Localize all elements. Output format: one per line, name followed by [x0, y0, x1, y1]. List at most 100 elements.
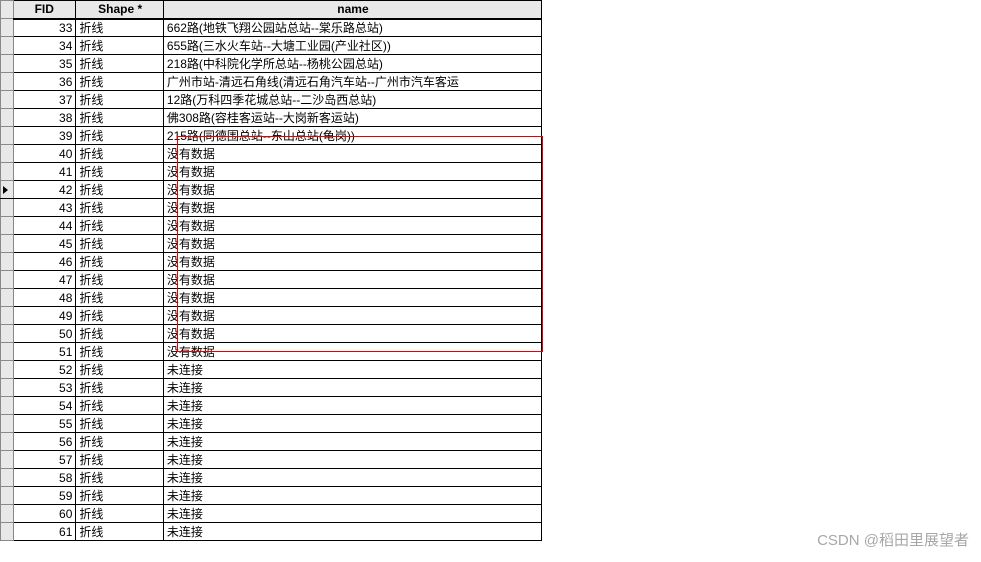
name-header[interactable]: name: [163, 1, 541, 19]
name-cell[interactable]: 没有数据: [163, 235, 541, 253]
name-cell[interactable]: 没有数据: [163, 343, 541, 361]
table-row[interactable]: 46折线没有数据: [1, 253, 542, 271]
data-table[interactable]: FID Shape * name 33折线662路(地铁飞翔公园站总站--棠乐路…: [0, 0, 542, 541]
select-all-header[interactable]: [1, 1, 14, 19]
row-selector[interactable]: [1, 271, 14, 289]
shape-cell[interactable]: 折线: [76, 469, 163, 487]
name-cell[interactable]: 没有数据: [163, 163, 541, 181]
shape-cell[interactable]: 折线: [76, 325, 163, 343]
name-cell[interactable]: 未连接: [163, 505, 541, 523]
table-row[interactable]: 49折线没有数据: [1, 307, 542, 325]
row-selector[interactable]: [1, 343, 14, 361]
row-selector[interactable]: [1, 145, 14, 163]
fid-cell[interactable]: 60: [14, 505, 76, 523]
name-cell[interactable]: 没有数据: [163, 181, 541, 199]
shape-cell[interactable]: 折线: [76, 145, 163, 163]
name-cell[interactable]: 没有数据: [163, 217, 541, 235]
fid-cell[interactable]: 43: [14, 199, 76, 217]
shape-cell[interactable]: 折线: [76, 343, 163, 361]
row-selector[interactable]: [1, 127, 14, 145]
row-selector[interactable]: [1, 163, 14, 181]
fid-cell[interactable]: 47: [14, 271, 76, 289]
shape-cell[interactable]: 折线: [76, 397, 163, 415]
row-selector[interactable]: [1, 487, 14, 505]
row-selector[interactable]: [1, 199, 14, 217]
fid-cell[interactable]: 54: [14, 397, 76, 415]
name-cell[interactable]: 未连接: [163, 415, 541, 433]
fid-cell[interactable]: 50: [14, 325, 76, 343]
fid-cell[interactable]: 37: [14, 91, 76, 109]
table-row[interactable]: 47折线没有数据: [1, 271, 542, 289]
row-selector[interactable]: [1, 469, 14, 487]
shape-cell[interactable]: 折线: [76, 307, 163, 325]
fid-cell[interactable]: 35: [14, 55, 76, 73]
name-cell[interactable]: 未连接: [163, 451, 541, 469]
row-selector[interactable]: [1, 289, 14, 307]
name-cell[interactable]: 没有数据: [163, 325, 541, 343]
row-selector[interactable]: [1, 361, 14, 379]
shape-cell[interactable]: 折线: [76, 235, 163, 253]
name-cell[interactable]: 没有数据: [163, 199, 541, 217]
name-cell[interactable]: 12路(万科四季花城总站--二沙岛西总站): [163, 91, 541, 109]
table-row[interactable]: 33折线662路(地铁飞翔公园站总站--棠乐路总站): [1, 19, 542, 37]
table-row[interactable]: 54折线未连接: [1, 397, 542, 415]
name-cell[interactable]: 没有数据: [163, 289, 541, 307]
shape-cell[interactable]: 折线: [76, 19, 163, 37]
fid-cell[interactable]: 34: [14, 37, 76, 55]
shape-cell[interactable]: 折线: [76, 415, 163, 433]
table-row[interactable]: 44折线没有数据: [1, 217, 542, 235]
fid-cell[interactable]: 49: [14, 307, 76, 325]
row-selector[interactable]: [1, 325, 14, 343]
name-cell[interactable]: 未连接: [163, 379, 541, 397]
shape-cell[interactable]: 折线: [76, 433, 163, 451]
shape-cell[interactable]: 折线: [76, 181, 163, 199]
name-cell[interactable]: 655路(三水火车站--大塘工业园(产业社区)): [163, 37, 541, 55]
fid-cell[interactable]: 42: [14, 181, 76, 199]
shape-cell[interactable]: 折线: [76, 199, 163, 217]
shape-cell[interactable]: 折线: [76, 37, 163, 55]
shape-cell[interactable]: 折线: [76, 109, 163, 127]
name-cell[interactable]: 未连接: [163, 361, 541, 379]
fid-cell[interactable]: 55: [14, 415, 76, 433]
row-selector[interactable]: [1, 109, 14, 127]
fid-cell[interactable]: 33: [14, 19, 76, 37]
name-cell[interactable]: 215路(同德围总站--东山总站(龟岗)): [163, 127, 541, 145]
table-row[interactable]: 53折线未连接: [1, 379, 542, 397]
table-row[interactable]: 41折线没有数据: [1, 163, 542, 181]
table-row[interactable]: 52折线未连接: [1, 361, 542, 379]
shape-cell[interactable]: 折线: [76, 163, 163, 181]
fid-cell[interactable]: 45: [14, 235, 76, 253]
row-selector[interactable]: [1, 55, 14, 73]
name-cell[interactable]: 未连接: [163, 487, 541, 505]
row-selector[interactable]: [1, 433, 14, 451]
table-row[interactable]: 42折线没有数据: [1, 181, 542, 199]
fid-cell[interactable]: 36: [14, 73, 76, 91]
fid-cell[interactable]: 53: [14, 379, 76, 397]
shape-cell[interactable]: 折线: [76, 217, 163, 235]
shape-cell[interactable]: 折线: [76, 271, 163, 289]
row-selector[interactable]: [1, 253, 14, 271]
row-selector[interactable]: [1, 91, 14, 109]
shape-cell[interactable]: 折线: [76, 127, 163, 145]
shape-cell[interactable]: 折线: [76, 505, 163, 523]
shape-cell[interactable]: 折线: [76, 487, 163, 505]
fid-cell[interactable]: 52: [14, 361, 76, 379]
name-cell[interactable]: 未连接: [163, 469, 541, 487]
shape-cell[interactable]: 折线: [76, 91, 163, 109]
table-row[interactable]: 56折线未连接: [1, 433, 542, 451]
table-row[interactable]: 51折线没有数据: [1, 343, 542, 361]
table-row[interactable]: 40折线没有数据: [1, 145, 542, 163]
row-selector[interactable]: [1, 505, 14, 523]
table-row[interactable]: 39折线215路(同德围总站--东山总站(龟岗)): [1, 127, 542, 145]
shape-cell[interactable]: 折线: [76, 361, 163, 379]
row-selector[interactable]: [1, 181, 14, 199]
table-row[interactable]: 60折线未连接: [1, 505, 542, 523]
fid-cell[interactable]: 40: [14, 145, 76, 163]
row-selector[interactable]: [1, 415, 14, 433]
name-cell[interactable]: 没有数据: [163, 145, 541, 163]
table-row[interactable]: 61折线未连接: [1, 523, 542, 541]
table-row[interactable]: 38折线佛308路(容桂客运站--大岗新客运站): [1, 109, 542, 127]
fid-cell[interactable]: 46: [14, 253, 76, 271]
fid-cell[interactable]: 58: [14, 469, 76, 487]
name-cell[interactable]: 未连接: [163, 433, 541, 451]
